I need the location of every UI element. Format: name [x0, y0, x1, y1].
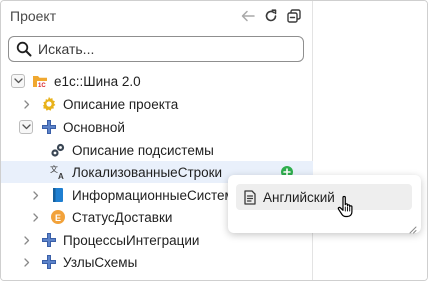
- search-input[interactable]: [38, 41, 288, 57]
- chevron-right-icon[interactable]: [29, 188, 43, 202]
- window-frame: Проект 1C e1c::Шина 2.: [0, 0, 428, 281]
- hand-cursor-icon: [337, 194, 357, 218]
- svg-text:1C: 1C: [38, 83, 46, 89]
- search-icon: [16, 41, 32, 57]
- tree-item-label: Описание проекта: [63, 96, 179, 112]
- search-box[interactable]: [8, 36, 304, 62]
- chevron-right-icon[interactable]: [20, 233, 34, 247]
- tree-item-label: e1c::Шина 2.0: [54, 73, 141, 89]
- language-file-icon: [242, 189, 258, 205]
- tree-item-label: ПроцессыИнтеграции: [63, 232, 200, 248]
- tree-item-label: СтатусДоставки: [72, 209, 173, 225]
- panel-header: Проект: [1, 1, 313, 33]
- tree-item-label: ИнформационныеСистем: [72, 187, 234, 203]
- project-panel: Проект 1C e1c::Шина 2.: [1, 1, 313, 280]
- chevron-right-icon[interactable]: [29, 210, 43, 224]
- chevron-down-icon[interactable]: [19, 120, 33, 134]
- tree-item-root[interactable]: 1C e1c::Шина 2.0: [1, 70, 313, 92]
- refresh-icon[interactable]: [262, 7, 280, 25]
- tree-item-label: Описание подсистемы: [72, 142, 214, 158]
- popup-item-english[interactable]: Английский: [236, 184, 412, 210]
- subsystem-grid-icon: [41, 254, 57, 270]
- chevron-down-icon[interactable]: [11, 74, 25, 88]
- back-arrow-icon[interactable]: [239, 7, 257, 25]
- tree-item-label: УзлыСхемы: [63, 254, 138, 270]
- panel-title: Проект: [10, 8, 57, 24]
- book-icon: [50, 187, 66, 203]
- svg-text:文: 文: [50, 164, 58, 174]
- chevron-right-icon[interactable]: [20, 255, 34, 269]
- tree-item-schema-nodes[interactable]: УзлыСхемы: [1, 251, 313, 273]
- gear-icon: [41, 96, 57, 112]
- language-popup-menu: Английский: [228, 175, 421, 234]
- subsystem-grid-icon: [41, 119, 57, 135]
- collapse-all-icon[interactable]: [285, 7, 303, 25]
- gears-icon: [50, 142, 66, 158]
- tree-item-label: ЛокализованныеСтроки: [72, 164, 223, 180]
- popup-item-label: Английский: [263, 189, 335, 205]
- project-folder-icon: 1C: [32, 73, 48, 89]
- subsystem-grid-icon: [41, 232, 57, 248]
- resize-grip-icon[interactable]: [409, 221, 417, 234]
- tree-item-subsystem-description[interactable]: Описание подсистемы: [1, 139, 313, 161]
- editor-area: [313, 1, 427, 280]
- tree-item-project-description[interactable]: Описание проекта: [1, 93, 313, 115]
- svg-text:E: E: [55, 213, 61, 223]
- chevron-right-icon[interactable]: [20, 97, 34, 111]
- tree-item-main[interactable]: Основной: [1, 116, 313, 138]
- tree-item-label: Основной: [63, 119, 125, 135]
- translate-icon: 文A: [50, 164, 66, 180]
- svg-text:A: A: [58, 172, 64, 180]
- enum-icon: E: [50, 209, 66, 225]
